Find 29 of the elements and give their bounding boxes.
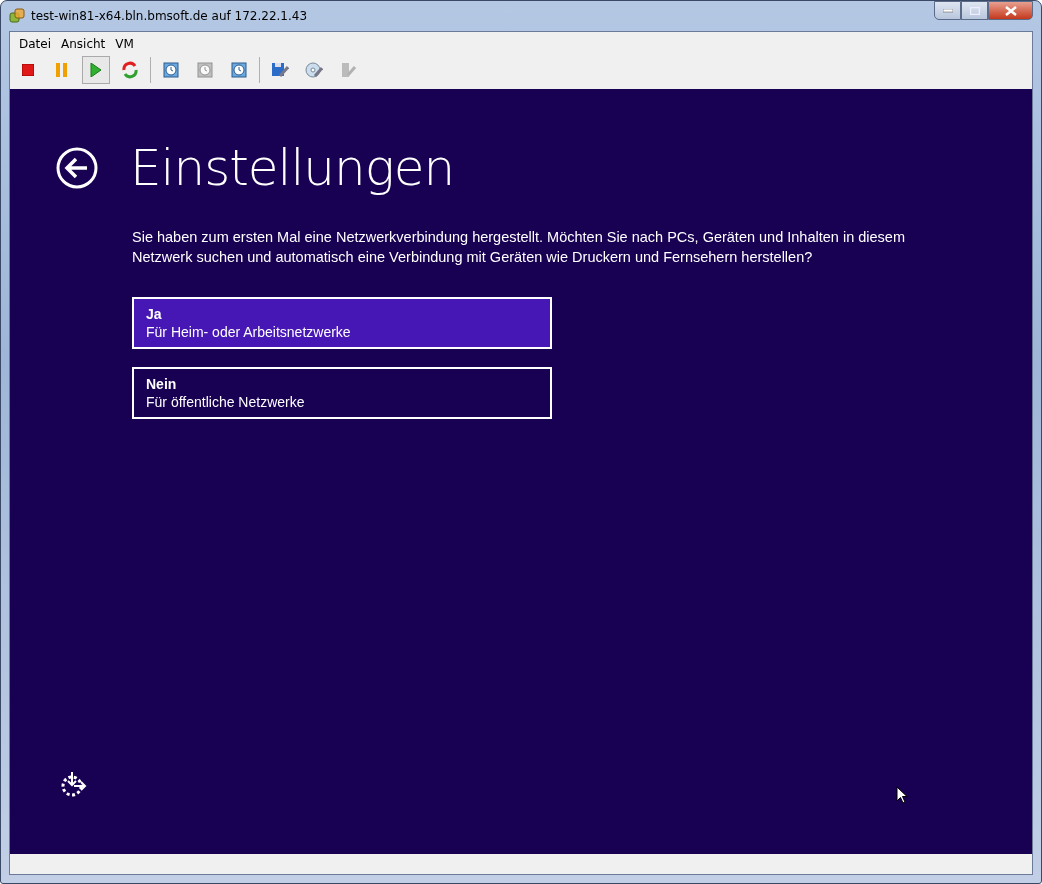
option-button[interactable]: Nein Für öffentliche Netzwerke	[132, 367, 552, 419]
menu-item[interactable]: Ansicht	[56, 37, 111, 51]
usb-settings-icon	[339, 61, 357, 79]
maximize-icon	[969, 6, 980, 15]
close-button[interactable]	[988, 1, 1033, 20]
disc-icon	[305, 61, 323, 79]
menu-item[interactable]: Datei	[14, 37, 56, 51]
minimize-button[interactable]	[934, 1, 961, 20]
close-icon	[1004, 5, 1017, 16]
page-heading: Einstellungen	[130, 139, 455, 197]
minimize-icon	[942, 8, 953, 13]
menu-item[interactable]: VM	[110, 37, 139, 51]
play-button[interactable]	[82, 56, 110, 84]
back-icon[interactable]	[56, 147, 98, 189]
floppy-disk-icon	[271, 61, 289, 79]
app-icon	[9, 8, 25, 24]
window-title: test-win81-x64.bln.bmsoft.de auf 172.22.1.43	[31, 9, 308, 23]
clock-icon	[230, 61, 248, 79]
description-text: Sie haben zum ersten Mal eine Netzwerkverbindung hergestellt. Möchten Sie nach PCs, Geräten und Inhalten in diesem Netzwerk suchen und automatisch eine Verbindung mit Geräten wie Druckern und Fernsehern herstellen?	[132, 228, 906, 267]
maximize-button[interactable]	[961, 1, 988, 20]
stop-icon	[22, 64, 34, 76]
clock-arrow-icon	[196, 61, 214, 79]
refresh-icon	[121, 61, 139, 79]
clock-icon	[162, 61, 180, 79]
mouse-pointer-icon	[896, 786, 908, 804]
pause-icon	[56, 63, 68, 77]
accessibility-icon[interactable]	[60, 770, 88, 798]
option-button[interactable]: Ja Für Heim- oder Arbeitsnetzwerke	[132, 297, 552, 349]
play-icon	[90, 63, 102, 77]
